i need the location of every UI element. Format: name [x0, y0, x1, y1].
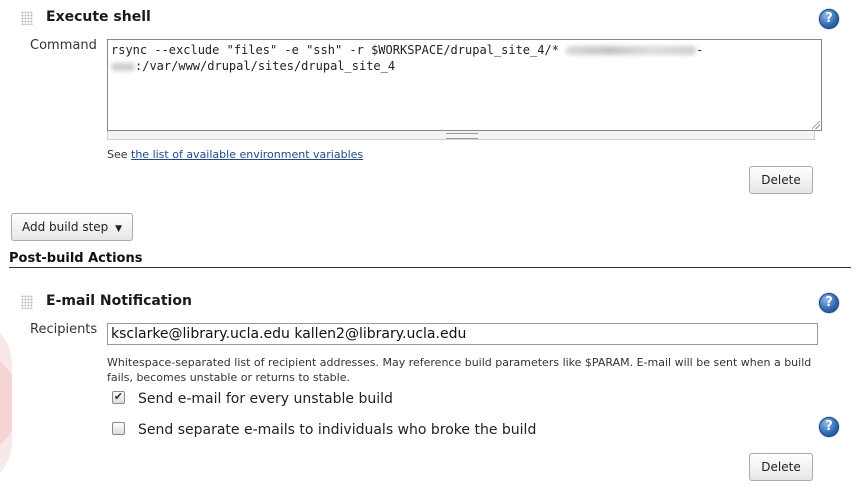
env-vars-note: See the list of available environment va…	[107, 148, 363, 161]
redacted-host	[566, 46, 697, 55]
delete-email-notification-button[interactable]: Delete	[749, 453, 813, 481]
env-vars-prefix: See	[107, 148, 132, 161]
command-text-line1: rsync --exclude "files" -e "ssh" -r $WOR…	[111, 43, 567, 57]
dropdown-arrow-icon: ▼	[115, 224, 123, 234]
recipients-label: Recipients	[30, 322, 98, 337]
command-label: Command	[30, 38, 97, 53]
email-notification-help-icon[interactable]: ?	[819, 293, 839, 313]
execute-shell-title: Execute shell	[46, 9, 151, 25]
unstable-build-checkbox[interactable]: ✔	[112, 391, 125, 404]
post-build-actions-header: Post-build Actions	[9, 251, 851, 268]
check-mark-icon: ✔	[113, 391, 124, 403]
add-build-step-label: Add build step	[21, 220, 109, 234]
recipients-help-text: Whitespace-separated list of recipient a…	[107, 356, 812, 384]
individuals-help-icon[interactable]: ?	[819, 417, 839, 437]
drag-handle-icon[interactable]	[21, 295, 33, 309]
add-build-step-button[interactable]: Add build step ▼	[11, 213, 133, 241]
command-text-line1-tail: -	[696, 43, 704, 57]
resize-corner-icon[interactable]	[812, 121, 820, 129]
recipients-input[interactable]: ksclarke@library.ucla.edu kallen2@librar…	[107, 323, 818, 345]
execute-shell-help-icon[interactable]: ?	[819, 9, 839, 29]
jenkins-logo-watermark	[0, 318, 12, 488]
redacted-host-suffix	[111, 62, 135, 71]
command-textarea[interactable]: rsync --exclude "files" -e "ssh" -r $WOR…	[107, 39, 822, 131]
command-text-line2: :/var/www/drupal/sites/drupal_site_4	[135, 59, 396, 73]
delete-execute-shell-button[interactable]: Delete	[749, 166, 813, 194]
unstable-build-label[interactable]: Send e-mail for every unstable build	[138, 391, 393, 407]
textarea-resize-grip[interactable]	[107, 131, 815, 140]
individuals-checkbox[interactable]	[112, 422, 125, 435]
email-notification-title: E-mail Notification	[46, 293, 192, 309]
individuals-label[interactable]: Send separate e-mails to individuals who…	[138, 422, 536, 438]
drag-handle-icon[interactable]	[21, 11, 33, 25]
env-vars-link[interactable]: the list of available environment variab…	[131, 148, 363, 161]
